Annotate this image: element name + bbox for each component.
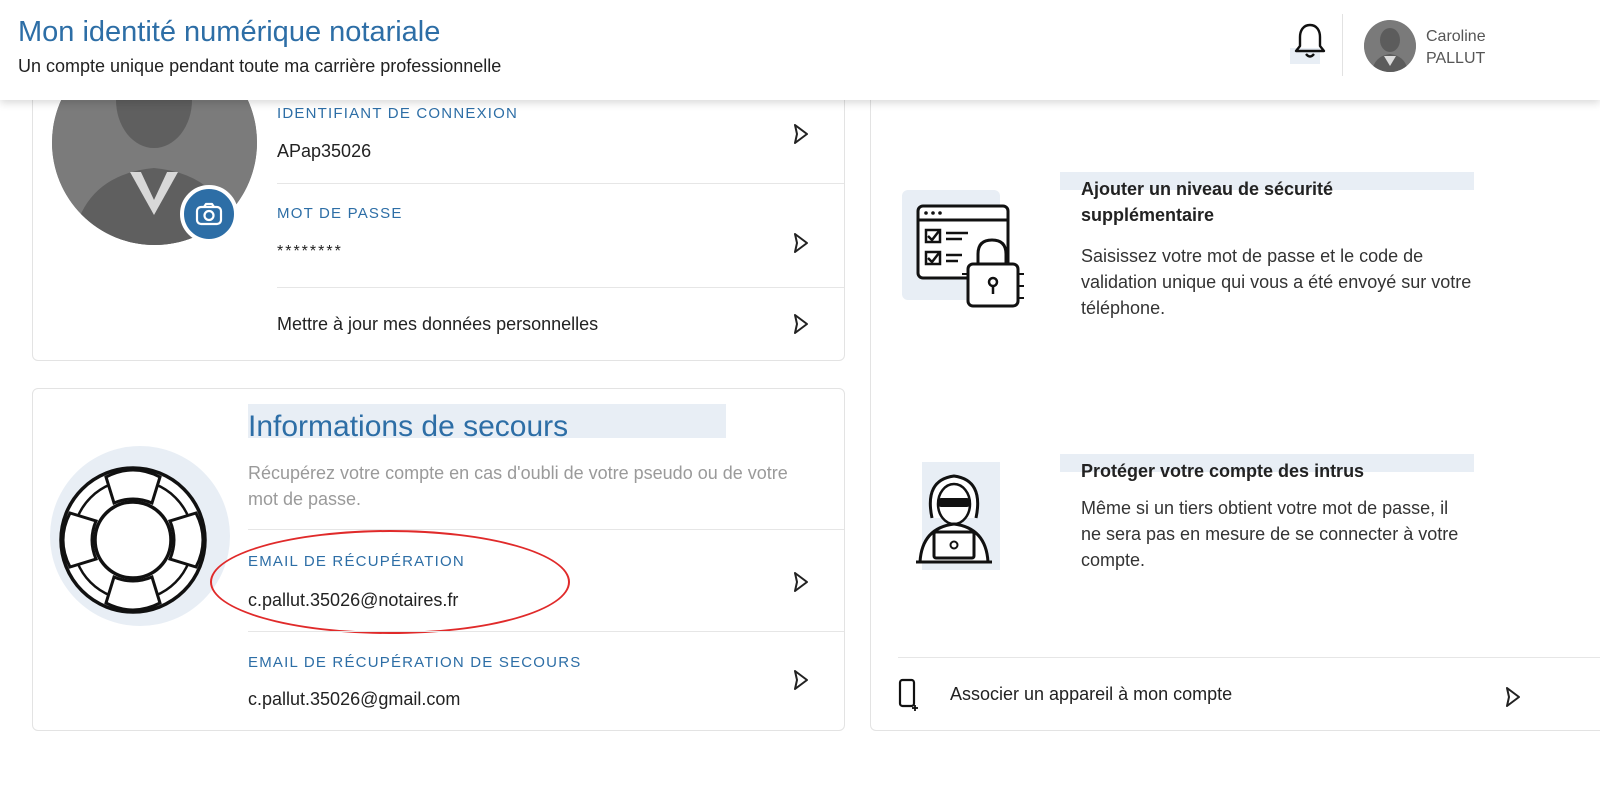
user-first-name: Caroline xyxy=(1426,28,1486,45)
chevron-right-icon[interactable] xyxy=(792,313,810,335)
rescue-title: Informations de secours xyxy=(248,410,569,443)
hacker-icon xyxy=(916,474,992,564)
row-divider xyxy=(277,183,844,184)
secure-checklist-lock-icon xyxy=(916,204,1024,308)
rescue-description: Récupérez votre compte en cas d'oubli de… xyxy=(248,463,788,509)
login-label: IDENTIFIANT DE CONNEXION xyxy=(277,105,519,122)
camera-icon xyxy=(195,202,223,226)
backup-email-label: EMAIL DE RÉCUPÉRATION DE SECOURS xyxy=(248,654,582,671)
chevron-right-icon[interactable] xyxy=(792,571,810,593)
mobile-device-icon xyxy=(898,678,918,711)
header-divider xyxy=(1342,14,1343,76)
backup-email-value: c.pallut.35026@gmail.com xyxy=(248,689,461,709)
change-photo-button[interactable] xyxy=(180,185,238,243)
chevron-right-icon[interactable] xyxy=(792,669,810,691)
feature-two-factor-title: Ajouter un niveau de sécurité supplément… xyxy=(1081,179,1334,225)
feature-two-factor-text: Saisissez votre mot de passe et le code … xyxy=(1081,246,1472,318)
chevron-right-icon[interactable] xyxy=(792,232,810,254)
notifications-button[interactable] xyxy=(1290,22,1330,68)
update-personal-data-link[interactable]: Mettre à jour mes données personnelles xyxy=(277,314,598,335)
feature-protect-title: Protéger votre compte des intrus xyxy=(1081,461,1365,481)
feature-protect-text: Même si un tiers obtient votre mot de pa… xyxy=(1081,498,1459,570)
page-subtitle: Un compte unique pendant toute ma carriè… xyxy=(18,56,502,76)
row-divider xyxy=(248,529,844,530)
associate-device-link[interactable]: Associer un appareil à mon compte xyxy=(950,684,1232,705)
row-divider xyxy=(898,657,1600,658)
row-divider xyxy=(248,631,844,632)
bell-icon xyxy=(1294,23,1326,58)
password-value: ******** xyxy=(277,243,343,260)
person-silhouette-icon xyxy=(1364,20,1416,72)
login-value: APap35026 xyxy=(277,141,372,161)
user-avatar[interactable] xyxy=(1364,20,1416,72)
security-card xyxy=(870,70,1600,731)
page-title: Mon identité numérique notariale xyxy=(18,16,441,48)
chevron-right-icon[interactable] xyxy=(1504,686,1522,708)
row-divider xyxy=(277,287,844,288)
chevron-right-icon[interactable] xyxy=(792,123,810,145)
password-label: MOT DE PASSE xyxy=(277,205,403,222)
lifebuoy-icon xyxy=(59,466,207,614)
annotation-ellipse xyxy=(210,530,570,634)
user-last-name: PALLUT xyxy=(1426,50,1486,67)
user-name[interactable]: Caroline PALLUT xyxy=(1426,26,1486,70)
app-header: Mon identité numérique notariale Un comp… xyxy=(0,0,1600,100)
